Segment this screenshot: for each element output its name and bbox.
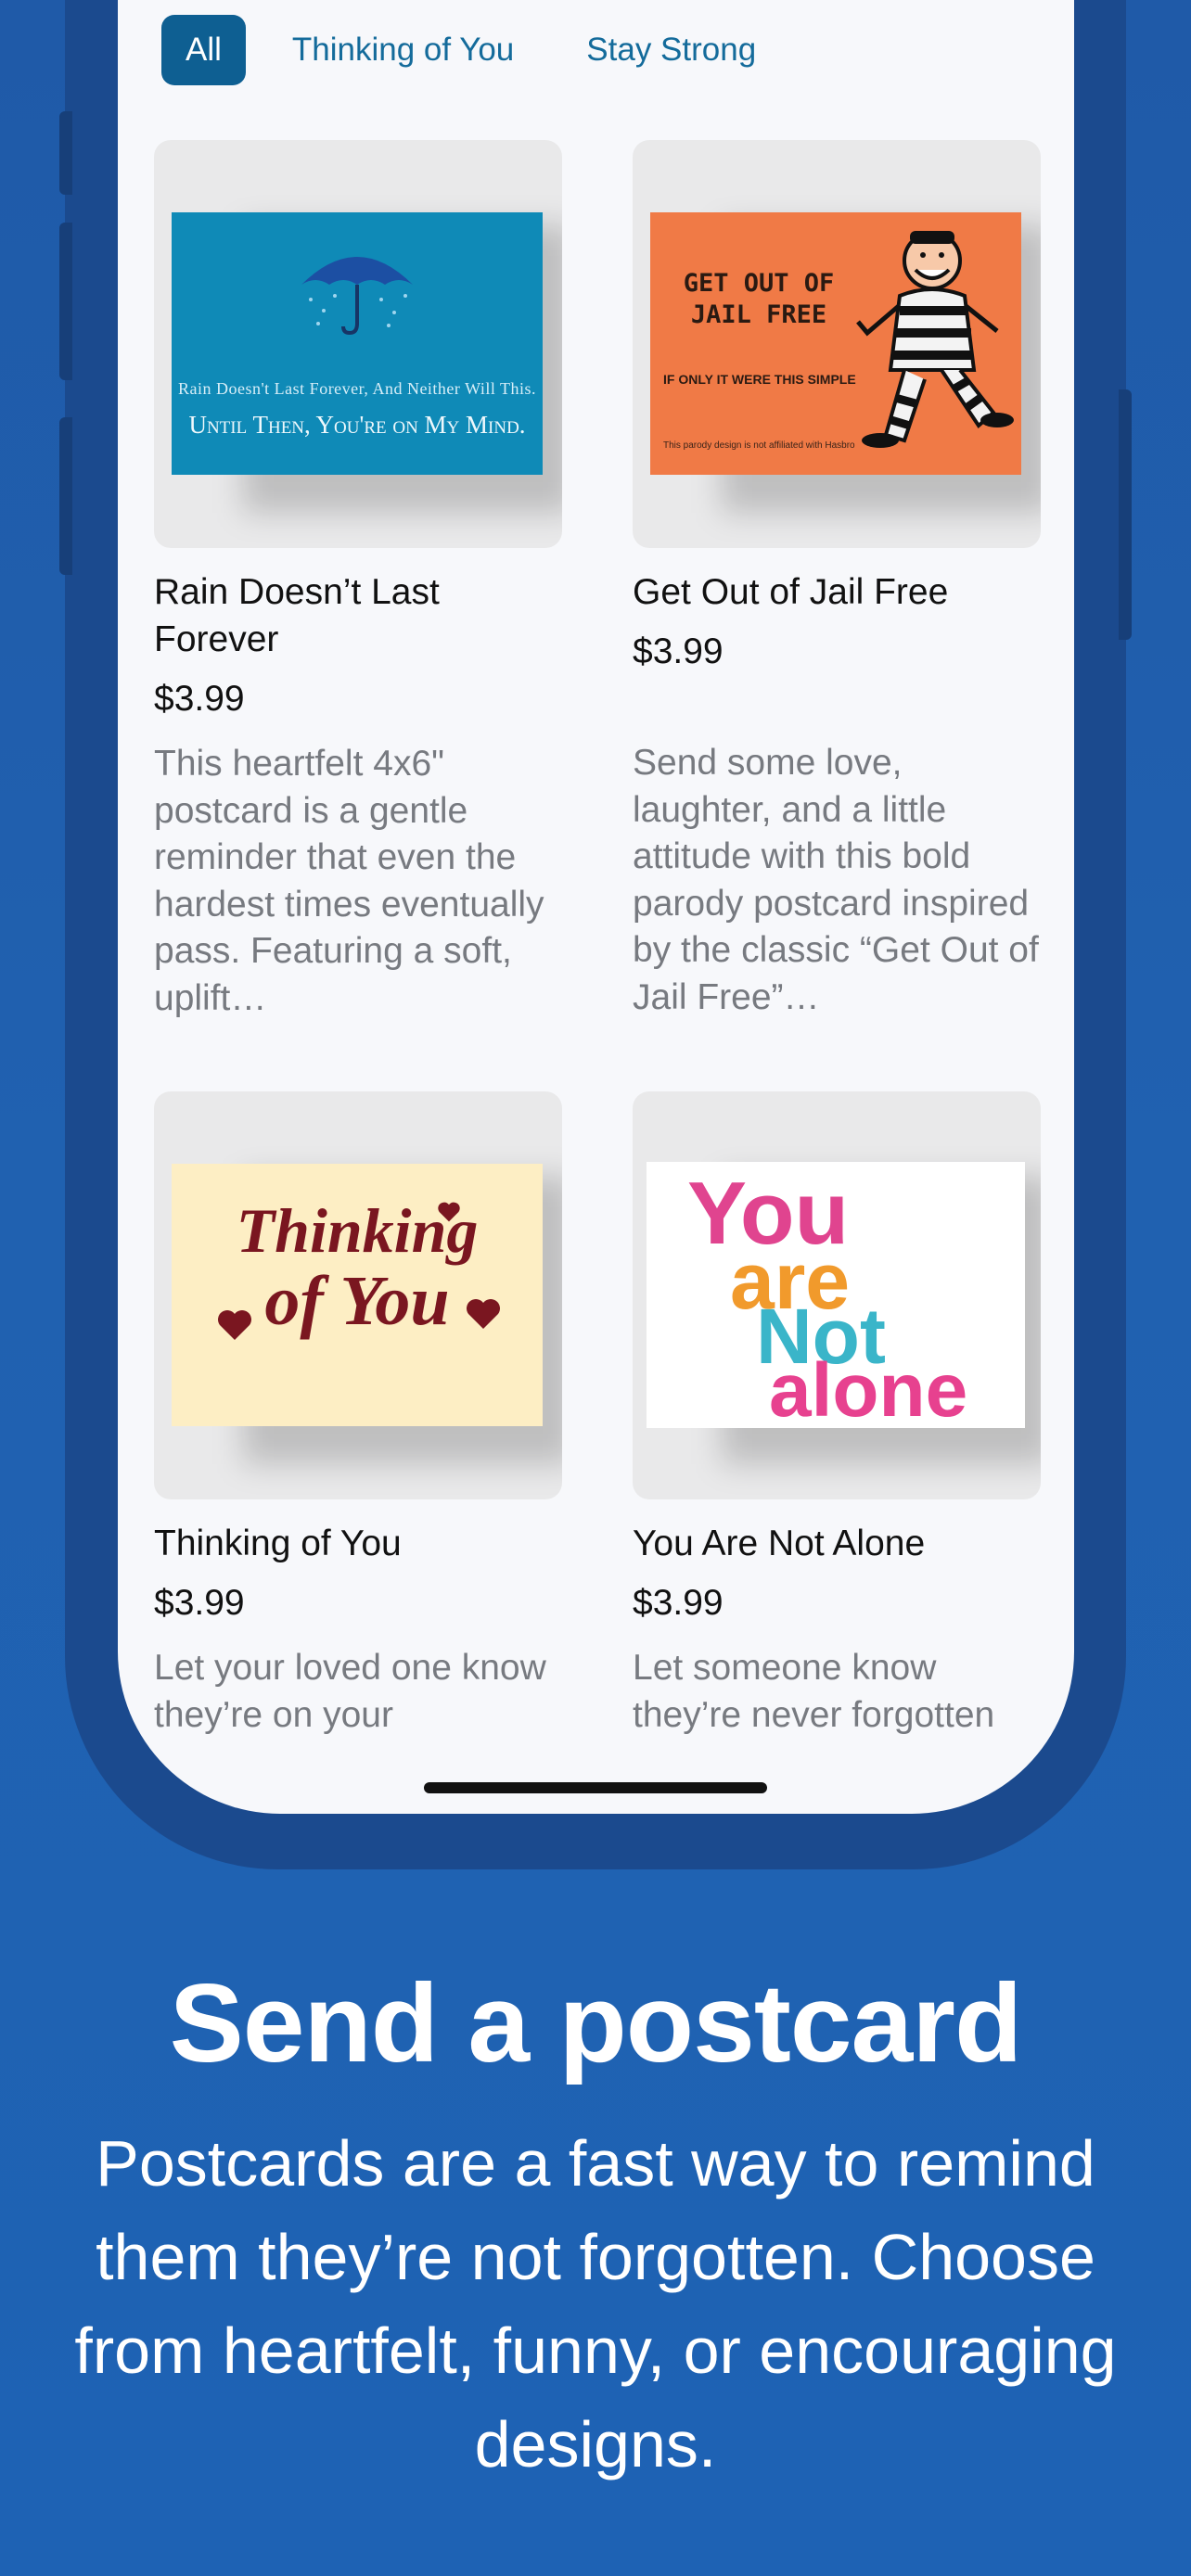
- product-thumbnail[interactable]: Rain Doesn't Last Forever, And Neither W…: [154, 140, 562, 548]
- product-card-jail[interactable]: GET OUT OF JAIL FREE IF ONLY IT WERE THI…: [633, 140, 1041, 1021]
- postcard-tagline: IF ONLY IT WERE THIS SIMPLE: [663, 372, 856, 387]
- product-thumbnail[interactable]: GET OUT OF JAIL FREE IF ONLY IT WERE THI…: [633, 140, 1041, 548]
- product-card-you-are-not-alone[interactable]: You are Not alone You Are Not Alone $3.9…: [633, 1091, 1041, 1739]
- postcard-disclaimer: This parody design is not affiliated wit…: [663, 440, 855, 451]
- postcard-art-jail: GET OUT OF JAIL FREE IF ONLY IT WERE THI…: [650, 212, 1021, 475]
- prisoner-illustration-icon: [856, 231, 1014, 448]
- product-card-thinking-of-you[interactable]: Thinking of You Thinking of You $3.99 Le…: [154, 1091, 562, 1739]
- marketing-headline: Send a postcard: [169, 1961, 1023, 2085]
- product-price: $3.99: [154, 679, 245, 719]
- heart-icon: [467, 1299, 500, 1329]
- product-price: $3.99: [633, 1583, 724, 1623]
- phone-side-button: [1119, 389, 1132, 640]
- product-title[interactable]: Get Out of Jail Free: [633, 568, 1041, 616]
- filter-chips: All Thinking of You Stay Strong: [161, 15, 802, 85]
- phone-side-button: [59, 417, 72, 575]
- heart-icon: [218, 1310, 251, 1340]
- product-description: Let someone know they’re never forgotten: [633, 1648, 995, 1735]
- postcard-line-1: Rain Doesn't Last Forever, And Neither W…: [177, 379, 537, 398]
- product-price: $3.99: [633, 631, 724, 671]
- product-title[interactable]: Rain Doesn’t Last Forever: [154, 568, 562, 663]
- product-card-rain[interactable]: Rain Doesn't Last Forever, And Neither W…: [154, 140, 562, 1022]
- postcard-line-1: Thinking: [236, 1195, 479, 1266]
- chip-all[interactable]: All: [161, 15, 246, 85]
- product-price: $3.99: [154, 1583, 245, 1623]
- postcard-word: alone: [769, 1348, 968, 1429]
- chip-stay-strong[interactable]: Stay Strong: [560, 15, 782, 85]
- home-indicator[interactable]: [424, 1782, 767, 1793]
- product-thumbnail[interactable]: Thinking of You: [154, 1091, 562, 1499]
- phone-side-button: [59, 223, 72, 380]
- postcard-art-thinking-of-you: Thinking of You: [172, 1164, 543, 1426]
- phone-side-button: [59, 111, 72, 195]
- chip-thinking-of-you[interactable]: Thinking of You: [266, 15, 540, 85]
- postcard-art-you-are-not-alone: You are Not alone: [647, 1162, 1025, 1428]
- product-description: Send some love, laughter, and a little a…: [633, 743, 1039, 1017]
- postcard-line-2: Until Then, You're on My Mind.: [188, 411, 526, 439]
- product-description: Let your loved one know they’re on your: [154, 1648, 546, 1735]
- umbrella-icon: [301, 257, 413, 336]
- postcard-headline: GET OUT OF JAIL FREE: [683, 269, 835, 329]
- product-description: This heartfelt 4x6" postcard is a gentle…: [154, 744, 544, 1018]
- postcard-art-rain: Rain Doesn't Last Forever, And Neither W…: [172, 212, 543, 475]
- product-title[interactable]: Thinking of You: [154, 1520, 562, 1567]
- app-screen: All Thinking of You Stay Strong Rain Doe…: [118, 0, 1074, 1814]
- product-thumbnail[interactable]: You are Not alone: [633, 1091, 1041, 1499]
- product-title[interactable]: You Are Not Alone: [633, 1520, 1041, 1567]
- marketing-subhead: Postcards are a fast way to remind them …: [74, 2127, 1117, 2480]
- heart-icon: [438, 1202, 460, 1222]
